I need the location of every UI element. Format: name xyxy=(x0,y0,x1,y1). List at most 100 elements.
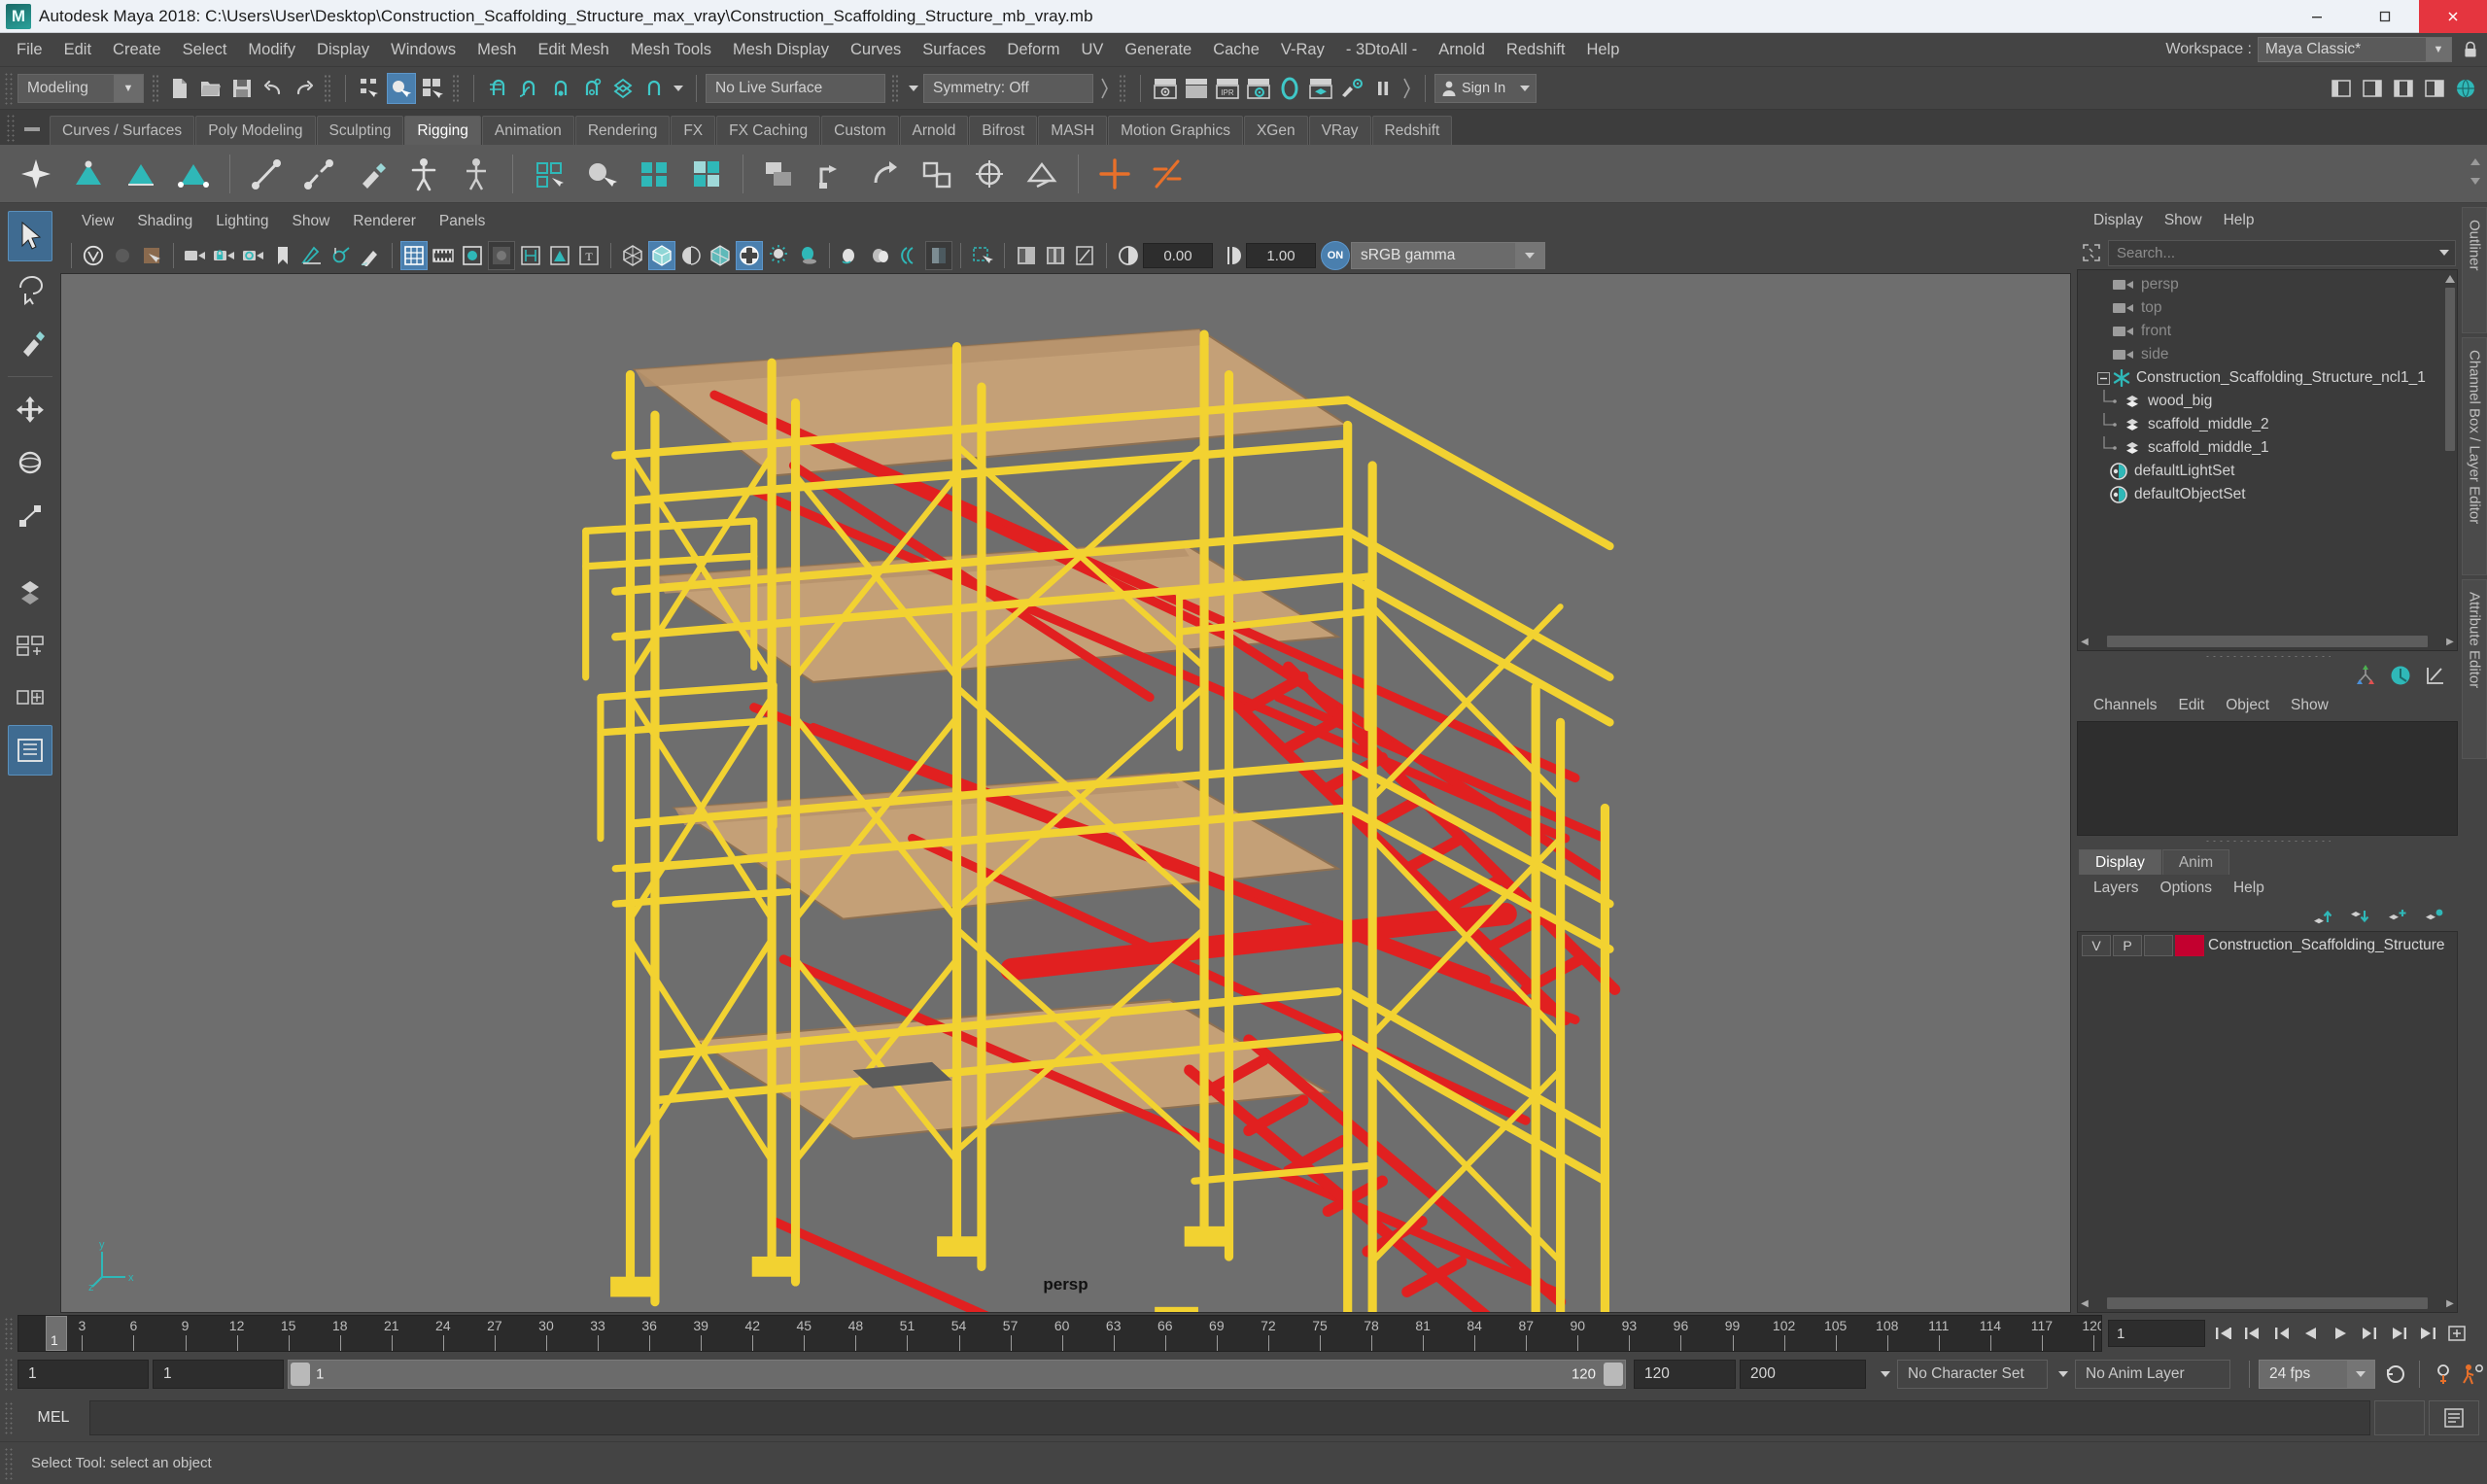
channel-menu-show[interactable]: Show xyxy=(2280,692,2339,719)
quick-layout-two-button[interactable] xyxy=(8,673,52,723)
wireframe-shading-icon[interactable] xyxy=(619,241,646,270)
anim-layer-field[interactable]: No Anim Layer xyxy=(2075,1360,2230,1389)
new-scene-button[interactable] xyxy=(165,73,194,104)
select-tool-button[interactable] xyxy=(8,211,52,261)
outliner-item-default-object-set[interactable]: defaultObjectSet xyxy=(2078,483,2457,506)
create-spline-ik-icon[interactable] xyxy=(171,152,216,196)
menu-redshift[interactable]: Redshift xyxy=(1496,33,1576,67)
command-line-grip[interactable] xyxy=(4,1401,14,1434)
panel-splitter[interactable] xyxy=(2073,651,2462,661)
wireframe-on-shaded-icon[interactable] xyxy=(707,241,734,270)
display-layer-row[interactable]: V P Construction_Scaffolding_Structure xyxy=(2078,932,2457,957)
shelf-tab-bifrost[interactable]: Bifrost xyxy=(969,116,1038,145)
render-region-icon[interactable] xyxy=(109,241,136,270)
playback-speed-selector[interactable]: 24 fps xyxy=(2259,1360,2375,1389)
shelf-grip[interactable] xyxy=(6,114,16,143)
create-ik-spline-handle-icon[interactable] xyxy=(119,152,163,196)
shelf-tab-xgen[interactable]: XGen xyxy=(1243,116,1308,145)
menu-create[interactable]: Create xyxy=(102,33,172,67)
redo-render-icon[interactable] xyxy=(1182,73,1211,104)
menu-edit[interactable]: Edit xyxy=(53,33,102,67)
go-to-start-button[interactable] xyxy=(2210,1320,2237,1347)
create-layer-from-selected-icon[interactable] xyxy=(2419,905,2448,928)
layer-menu-layers[interactable]: Layers xyxy=(2083,875,2150,902)
two-pane-layout-icon[interactable] xyxy=(1042,241,1069,270)
image-plane-icon[interactable] xyxy=(298,241,326,270)
create-new-layer-icon[interactable] xyxy=(2382,905,2411,928)
quick-rig-icon[interactable] xyxy=(454,152,499,196)
texture-toggle-icon[interactable]: T xyxy=(575,241,603,270)
symmetry-field[interactable]: Symmetry: Off xyxy=(923,73,1093,103)
show-hide-attribute-editor-icon[interactable] xyxy=(2358,73,2387,104)
select-camera-icon[interactable] xyxy=(182,241,209,270)
viewport-menu-view[interactable]: View xyxy=(70,207,125,236)
snap-to-view-plane-icon[interactable] xyxy=(608,73,638,104)
shelf-scroll-up-icon[interactable] xyxy=(2468,155,2483,174)
create-wrap-icon[interactable] xyxy=(632,152,676,196)
quick-layout-persp-button[interactable] xyxy=(8,725,52,776)
marquee-select-icon[interactable] xyxy=(969,241,996,270)
menu-deform[interactable]: Deform xyxy=(996,33,1070,67)
xray-joints-icon[interactable] xyxy=(517,241,544,270)
viewport-menu-renderer[interactable]: Renderer xyxy=(341,207,428,236)
ambient-occlusion-icon[interactable] xyxy=(867,241,894,270)
display-layer-list[interactable]: V P Construction_Scaffolding_Structure ◀… xyxy=(2077,931,2458,1313)
time-cursor[interactable]: 1 xyxy=(46,1316,67,1351)
layer-visibility-toggle[interactable]: V xyxy=(2082,935,2111,956)
constrain-geometry-icon[interactable] xyxy=(1019,152,1064,196)
texture-display-icon[interactable] xyxy=(736,241,763,270)
color-management-toggle[interactable]: ON xyxy=(1321,241,1350,270)
scroll-up-icon[interactable] xyxy=(2443,270,2457,288)
xray-toggle-icon[interactable] xyxy=(488,241,515,270)
snap-to-curve-icon[interactable] xyxy=(515,73,544,104)
gamma-field[interactable]: 1.00 xyxy=(1246,243,1316,268)
layer-playback-toggle[interactable]: P xyxy=(2113,935,2142,956)
shade-wireframe-icon[interactable] xyxy=(677,241,705,270)
pause-render-icon[interactable] xyxy=(1368,73,1398,104)
shelf-menu-icon[interactable] xyxy=(21,118,43,141)
shelf-tab-redshift[interactable]: Redshift xyxy=(1371,116,1453,145)
smooth-shade-all-icon[interactable] xyxy=(648,241,675,270)
menu-arnold[interactable]: Arnold xyxy=(1428,33,1496,67)
outliner-item-scaffold-middle-2[interactable]: scaffold_middle_2 xyxy=(2078,413,2457,436)
color-profile-selector[interactable]: sRGB gamma xyxy=(1351,242,1545,269)
outliner-item-front[interactable]: front xyxy=(2078,320,2457,343)
time-slider[interactable]: 1 3 6 9 12 15 18 21 24 27 30 33 36 39 42 45 48 51 54 57 60 6… xyxy=(17,1315,2102,1352)
constrain-point-icon[interactable] xyxy=(810,152,854,196)
vfb-icon[interactable] xyxy=(138,241,165,270)
quick-layout-single-button[interactable] xyxy=(8,620,52,671)
exposure-icon[interactable] xyxy=(1115,241,1142,270)
constrain-parent-icon[interactable] xyxy=(757,152,802,196)
snap-to-grid-icon[interactable] xyxy=(484,73,513,104)
anti-aliasing-icon[interactable] xyxy=(896,241,923,270)
vray-render-icon[interactable] xyxy=(80,241,107,270)
maximize-button[interactable] xyxy=(2351,0,2419,33)
channel-box-attribute-editor-icon[interactable] xyxy=(2421,663,2450,688)
single-pane-layout-icon[interactable] xyxy=(1013,241,1040,270)
shelf-tab-rigging[interactable]: Rigging xyxy=(404,116,481,145)
step-back-keyframe-button[interactable] xyxy=(2239,1320,2266,1347)
live-surface-field[interactable]: No Live Surface xyxy=(706,73,885,103)
step-forward-keyframe-button[interactable] xyxy=(2385,1320,2412,1347)
time-slider-grip[interactable] xyxy=(4,1317,14,1350)
anim-start-field[interactable]: 1 xyxy=(17,1360,149,1389)
expand-collapse-icon[interactable] xyxy=(2095,371,2111,385)
layer-hscroll-thumb[interactable] xyxy=(2107,1297,2428,1309)
hypershade-icon[interactable] xyxy=(1337,73,1366,104)
range-slider-grip[interactable] xyxy=(4,1358,14,1391)
character-set-field[interactable]: No Character Set xyxy=(1897,1360,2048,1389)
step-forward-frame-button[interactable] xyxy=(2356,1320,2383,1347)
close-button[interactable] xyxy=(2419,0,2487,33)
shadows-icon[interactable] xyxy=(794,241,821,270)
menu-display[interactable]: Display xyxy=(306,33,380,67)
menu-windows[interactable]: Windows xyxy=(380,33,466,67)
move-layer-up-icon[interactable] xyxy=(2308,905,2337,928)
show-film-gate-icon[interactable] xyxy=(430,241,457,270)
anim-end-field[interactable]: 200 xyxy=(1740,1360,1866,1389)
shelf-tab-vray[interactable]: VRay xyxy=(1308,116,1371,145)
channel-box-body[interactable] xyxy=(2077,721,2458,836)
outliner-tree[interactable]: persp top front side Construction_Scaffo… xyxy=(2077,269,2458,651)
paint-skin-weights-icon[interactable] xyxy=(349,152,394,196)
mirror-control-icon[interactable] xyxy=(1145,152,1190,196)
select-by-component-button[interactable] xyxy=(418,73,447,104)
